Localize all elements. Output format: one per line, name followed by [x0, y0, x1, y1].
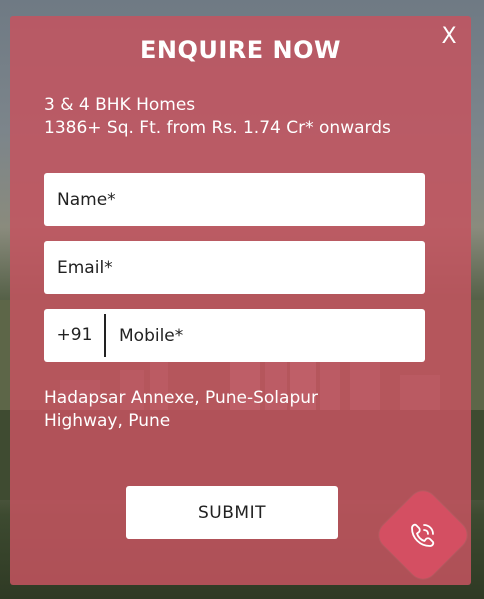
- email-field-container: [44, 241, 425, 294]
- mobile-field-container: +91: [44, 309, 425, 362]
- location-text-line1: Hadapsar Annexe, Pune-Solapur: [44, 388, 318, 408]
- submit-button[interactable]: SUBMIT: [126, 486, 338, 539]
- name-field-container: [44, 173, 425, 226]
- location-text-line2: Highway, Pune: [44, 411, 171, 431]
- project-price-text: 1386+ Sq. Ft. from Rs. 1.74 Cr* onwards: [44, 118, 391, 138]
- modal-title: ENQUIRE NOW: [140, 36, 341, 64]
- country-code[interactable]: +91: [44, 309, 105, 362]
- mobile-input[interactable]: [106, 309, 425, 362]
- project-config-text: 3 & 4 BHK Homes: [44, 95, 196, 115]
- email-input[interactable]: [44, 241, 425, 294]
- phone-call-icon: [411, 523, 435, 547]
- name-input[interactable]: [44, 173, 425, 226]
